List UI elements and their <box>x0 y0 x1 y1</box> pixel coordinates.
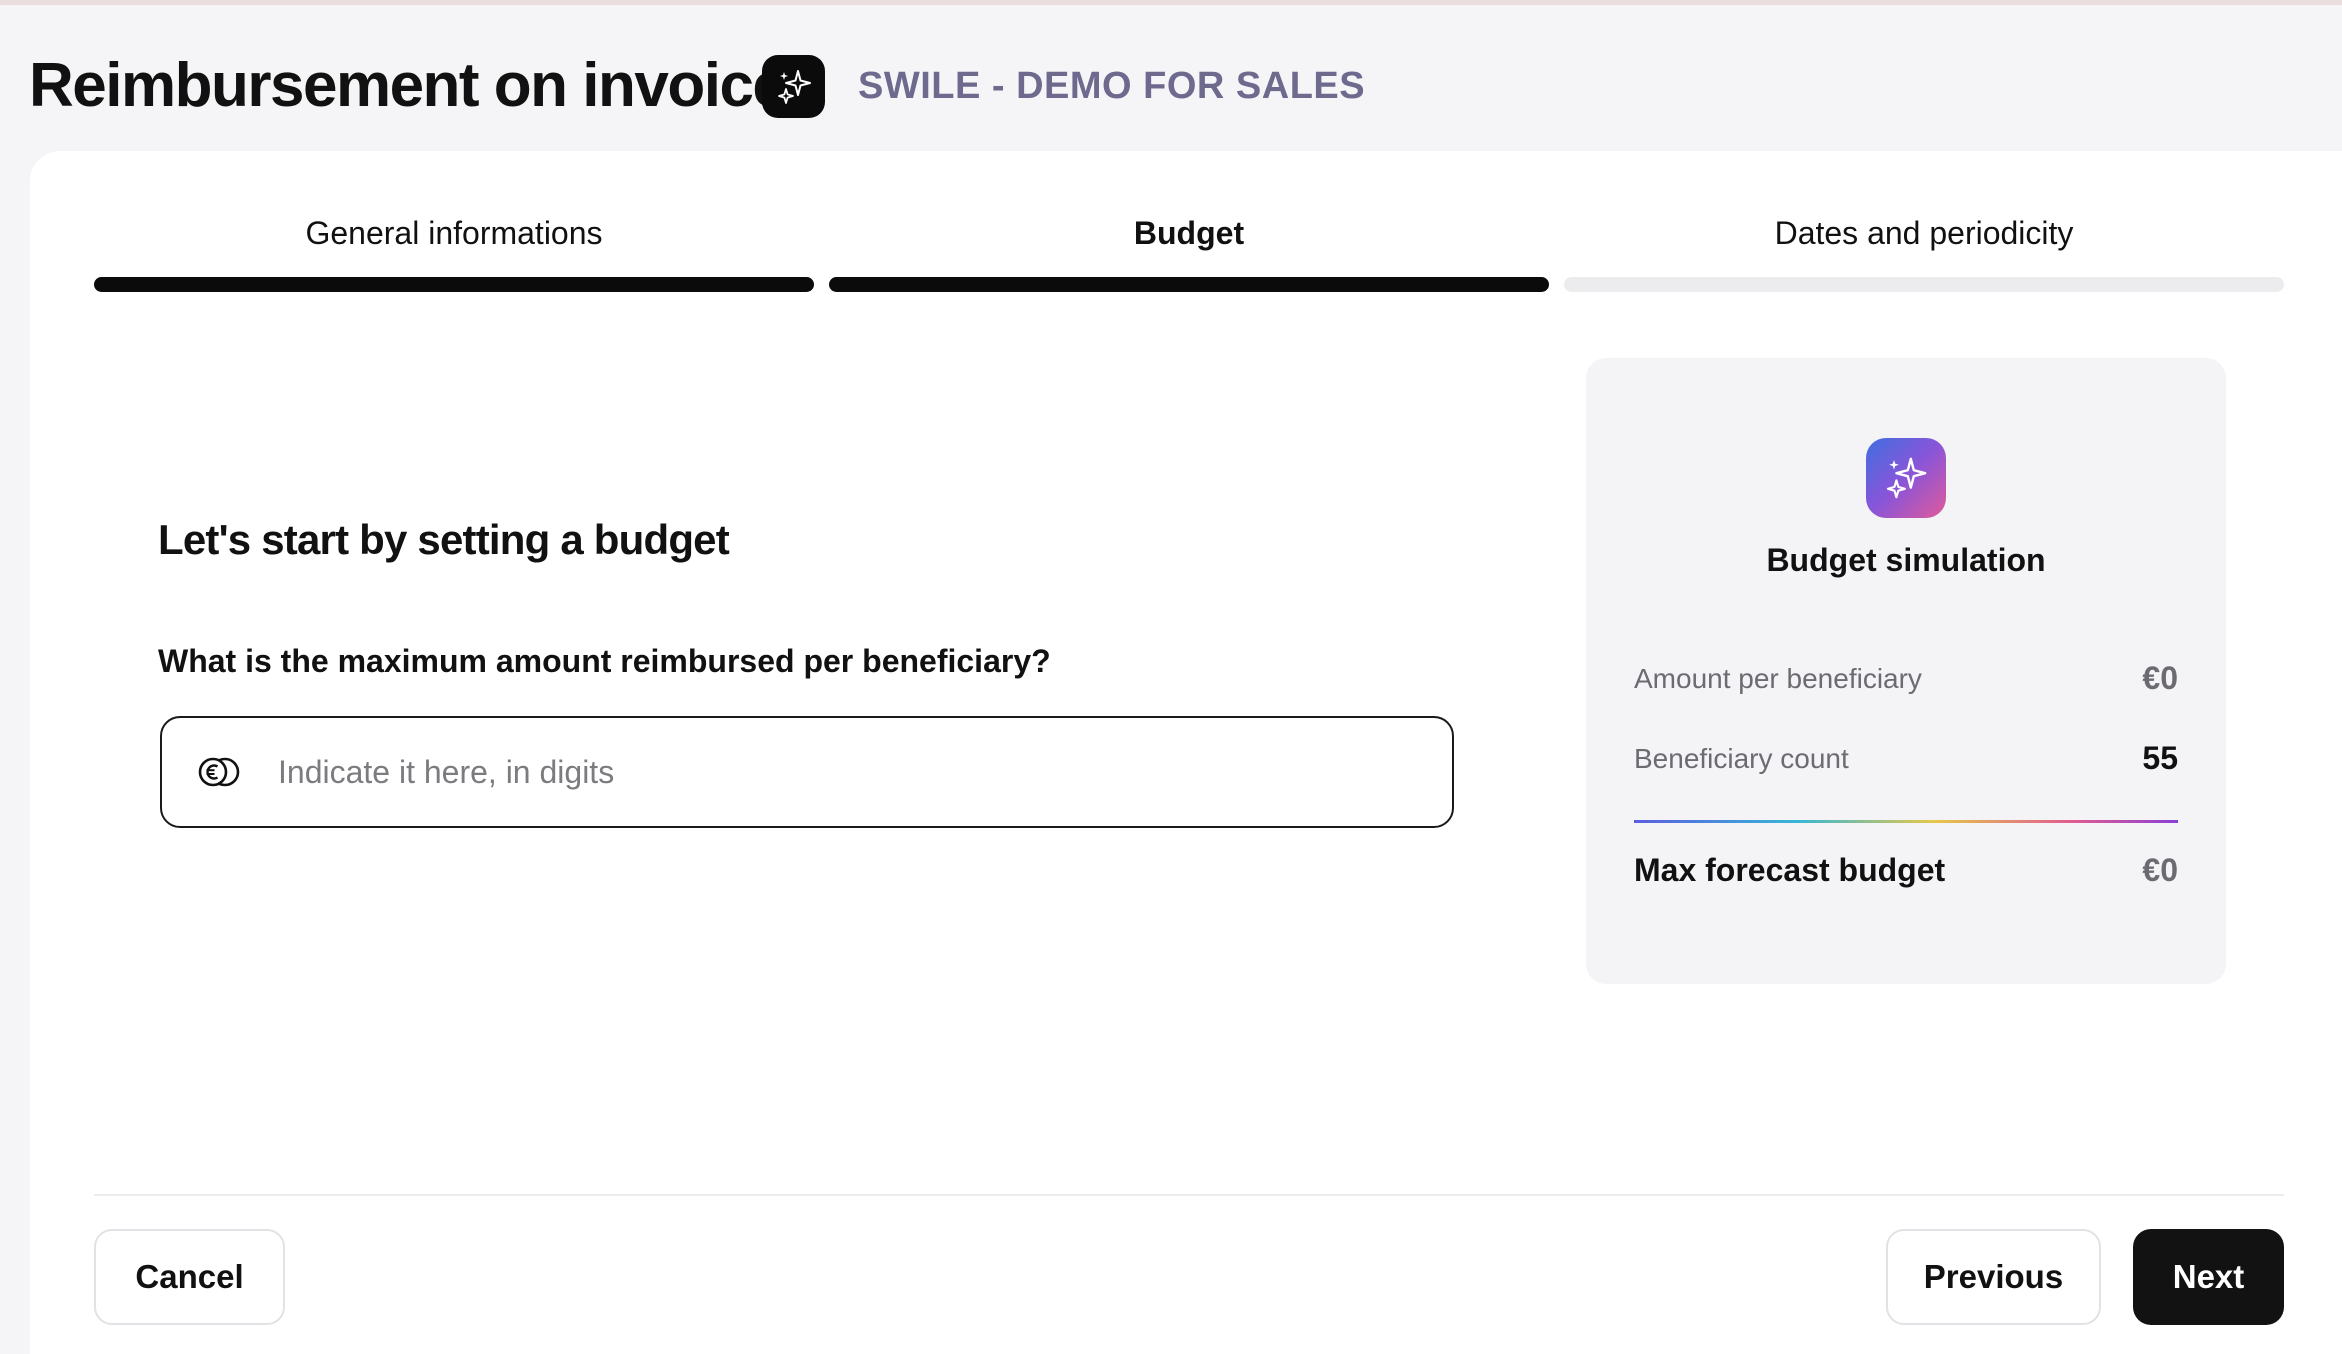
budget-simulation-panel: Budget simulation Amount per beneficiary… <box>1586 358 2226 984</box>
amount-per-beneficiary-value: €0 <box>2142 660 2178 696</box>
gradient-divider <box>1634 820 2178 823</box>
beneficiary-count-value: 55 <box>2142 740 2178 776</box>
page-title: Reimbursement on invoice <box>29 51 787 120</box>
step-label: General informations <box>305 215 603 251</box>
amount-field-label: What is the maximum amount reimbursed pe… <box>158 643 1051 679</box>
step-progress-general-informations <box>94 277 814 292</box>
sparkles-icon <box>762 55 825 118</box>
max-forecast-budget-row: Max forecast budget €0 <box>1634 852 2178 889</box>
simulation-title: Budget simulation <box>1766 542 2046 578</box>
step-progress-dates-and-periodicity <box>1564 277 2284 292</box>
euro-coin-icon <box>196 756 242 788</box>
tab-budget[interactable]: Budget <box>829 213 1549 253</box>
tab-general-informations[interactable]: General informations <box>94 213 814 253</box>
max-forecast-budget-label: Max forecast budget <box>1634 852 1946 888</box>
step-label: Dates and periodicity <box>1774 215 2074 251</box>
cancel-button[interactable]: Cancel <box>94 1229 285 1325</box>
amount-input[interactable] <box>276 752 1380 792</box>
max-forecast-budget-value: €0 <box>2142 852 2178 888</box>
beneficiary-count-row: Beneficiary count 55 <box>1634 740 2178 777</box>
amount-field[interactable] <box>160 716 1454 828</box>
amount-per-beneficiary-label: Amount per beneficiary <box>1634 662 1922 694</box>
step-progress-budget <box>829 277 1549 292</box>
company-name: SWILE - DEMO FOR SALES <box>858 65 1366 107</box>
form-title: Let's start by setting a budget <box>158 516 730 563</box>
footer-divider <box>94 1194 2284 1196</box>
step-label: Budget <box>1133 215 1245 251</box>
tab-dates-and-periodicity[interactable]: Dates and periodicity <box>1564 213 2284 253</box>
wizard-card: General informations Budget Dates and pe… <box>30 151 2342 1354</box>
beneficiary-count-label: Beneficiary count <box>1634 742 1849 774</box>
previous-button[interactable]: Previous <box>1886 1229 2101 1325</box>
amount-per-beneficiary-row: Amount per beneficiary €0 <box>1634 660 2178 697</box>
sparkles-icon <box>1866 438 1946 518</box>
window-top-border <box>0 0 2342 5</box>
next-button[interactable]: Next <box>2133 1229 2284 1325</box>
